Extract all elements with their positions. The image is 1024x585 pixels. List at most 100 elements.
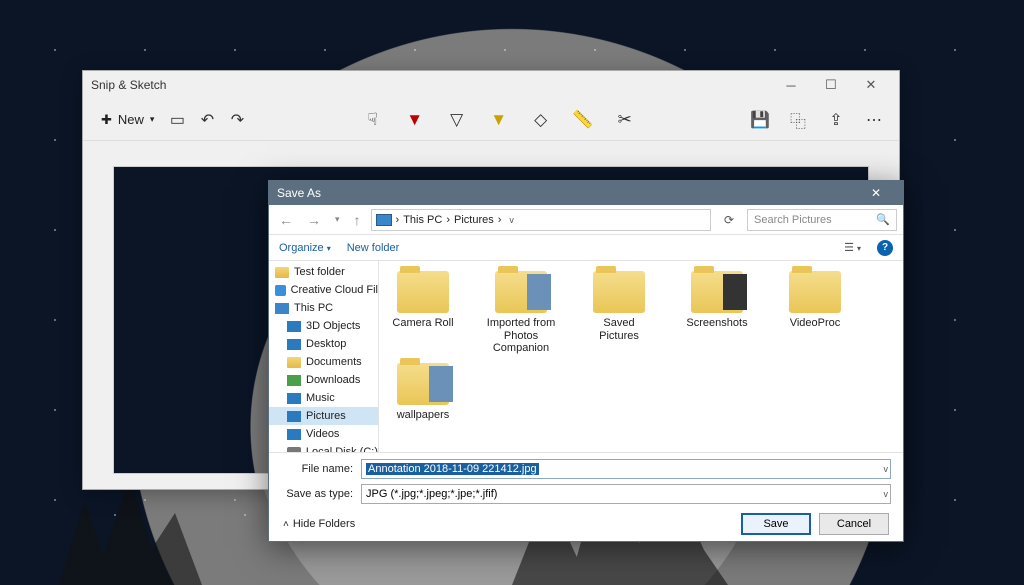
file-item[interactable]: VideoProc	[779, 271, 851, 355]
pc-icon	[275, 303, 289, 314]
nav-back-button[interactable]: ←	[275, 212, 297, 228]
chevron-down-icon[interactable]: v	[884, 489, 889, 499]
file-item-label: wallpapers	[397, 409, 450, 422]
folder-icon	[397, 363, 449, 405]
tree-item-label: 3D Objects	[306, 320, 360, 332]
dialog-close-button[interactable]: ✕	[857, 186, 895, 200]
help-button[interactable]: ?	[877, 240, 893, 256]
search-input[interactable]: Search Pictures 🔍	[747, 209, 897, 231]
save-button[interactable]: 💾	[745, 105, 775, 135]
music-icon	[287, 393, 301, 404]
cancel-button[interactable]: Cancel	[819, 513, 889, 535]
delay-snip-button[interactable]: ▭	[162, 105, 192, 135]
tree-item-label: Pictures	[306, 410, 346, 422]
tree-item[interactable]: Music	[269, 389, 378, 407]
file-name-value: Annotation 2018-11-09 221412.jpg	[366, 463, 539, 475]
crop-button[interactable]: ✂	[610, 105, 640, 135]
copy-button[interactable]: ⿻	[783, 105, 813, 135]
snip-titlebar[interactable]: Snip & Sketch ─ ☐ ✕	[83, 71, 899, 99]
tree-item-label: Downloads	[306, 374, 360, 386]
file-item[interactable]: Camera Roll	[387, 271, 459, 355]
tree-item[interactable]: 3D Objects	[269, 317, 378, 335]
breadcrumb-item[interactable]: Pictures	[454, 214, 494, 226]
dialog-title: Save As	[277, 186, 321, 200]
file-item[interactable]: wallpapers	[387, 363, 459, 422]
share-button[interactable]: ⇪	[821, 105, 851, 135]
nav-tree[interactable]: Test folder Creative Cloud Fil This PC 3D O…	[269, 261, 379, 452]
hide-folders-button[interactable]: ˄ Hide Folders	[283, 518, 355, 530]
ballpoint-pen-button[interactable]: ▼	[400, 105, 430, 135]
tree-item[interactable]: Downloads	[269, 371, 378, 389]
new-folder-button[interactable]: New folder	[347, 242, 400, 254]
file-item[interactable]: Saved Pictures	[583, 271, 655, 355]
nav-up-button[interactable]: ↑	[350, 212, 365, 228]
redo-button[interactable]: ↷	[222, 105, 252, 135]
tree-item[interactable]: Creative Cloud Fil	[269, 281, 378, 299]
save-as-type-value: JPG (*.jpg;*.jpeg;*.jpe;*.jfif)	[366, 488, 497, 500]
touch-writing-button[interactable]: ☟	[358, 105, 388, 135]
breadcrumb-sep: ›	[396, 214, 400, 226]
cloud-icon	[275, 285, 286, 296]
address-breadcrumb[interactable]: › This PC › Pictures › v	[371, 209, 711, 231]
address-dropdown-icon[interactable]: v	[509, 215, 514, 225]
change-view-button[interactable]: ☰ ▾	[844, 241, 861, 254]
snip-title: Snip & Sketch	[91, 78, 166, 92]
chevron-down-icon[interactable]: v	[884, 464, 889, 474]
ruler-button[interactable]: 📏	[568, 105, 598, 135]
file-item[interactable]: Imported from Photos Companion	[485, 271, 557, 355]
tree-item-label: Music	[306, 392, 335, 404]
eraser-button[interactable]: ◇	[526, 105, 556, 135]
more-button[interactable]: ⋯	[859, 105, 889, 135]
breadcrumb-item[interactable]: This PC	[403, 214, 442, 226]
tree-item[interactable]: Test folder	[269, 263, 378, 281]
save-as-type-label: Save as type:	[281, 488, 353, 500]
organize-menu[interactable]: Organize ▾	[279, 242, 331, 254]
breadcrumb-sep: ›	[446, 214, 450, 226]
window-close-button[interactable]: ✕	[851, 77, 891, 93]
folder-icon	[691, 271, 743, 313]
folder-icon	[495, 271, 547, 313]
file-name-input[interactable]: Annotation 2018-11-09 221412.jpg v	[361, 459, 891, 479]
nav-forward-button[interactable]: →	[303, 212, 325, 228]
window-maximize-button[interactable]: ☐	[811, 77, 851, 93]
plus-icon: ✚	[101, 112, 112, 128]
blue-icon	[287, 429, 301, 440]
folder-icon	[287, 357, 301, 368]
folder-icon	[275, 267, 289, 278]
this-pc-icon	[376, 214, 392, 226]
tree-item-label: Videos	[306, 428, 339, 440]
tree-item[interactable]: Desktop	[269, 335, 378, 353]
save-as-type-select[interactable]: JPG (*.jpg;*.jpeg;*.jpe;*.jfif) v	[361, 484, 891, 504]
new-label: New	[118, 112, 144, 127]
folder-icon	[593, 271, 645, 313]
pencil-button[interactable]: ▽	[442, 105, 472, 135]
new-snip-button[interactable]: ✚ New ▾	[93, 108, 162, 132]
search-placeholder: Search Pictures	[754, 214, 832, 226]
file-item-label: Imported from Photos Companion	[485, 317, 557, 355]
window-minimize-button[interactable]: ─	[771, 78, 811, 93]
tree-item[interactable]: Pictures	[269, 407, 378, 425]
chevron-down-icon: ▾	[327, 244, 331, 253]
highlighter-button[interactable]: ▼	[484, 105, 514, 135]
refresh-button[interactable]: ⟳	[717, 212, 741, 228]
file-grid[interactable]: Camera Roll Imported from Photos Companio…	[379, 261, 903, 452]
save-confirm-button[interactable]: Save	[741, 513, 811, 535]
chevron-down-icon: ˄	[283, 519, 289, 530]
dialog-titlebar[interactable]: Save As ✕	[269, 181, 903, 205]
tree-item[interactable]: Documents	[269, 353, 378, 371]
tree-item[interactable]: Videos	[269, 425, 378, 443]
tree-item[interactable]: Local Disk (C:)	[269, 443, 378, 452]
folder-preview-overlay	[723, 274, 747, 310]
tree-item-label: This PC	[294, 302, 333, 314]
tree-item-label: Creative Cloud Fil	[291, 284, 378, 296]
file-item-label: Screenshots	[686, 317, 747, 330]
folder-icon	[789, 271, 841, 313]
folder-preview-overlay	[527, 274, 551, 310]
folder-icon	[397, 271, 449, 313]
tree-item-label: Desktop	[306, 338, 346, 350]
recent-locations-button[interactable]: ▾	[331, 214, 344, 225]
file-item[interactable]: Screenshots	[681, 271, 753, 355]
undo-button[interactable]: ↶	[192, 105, 222, 135]
tree-item[interactable]: This PC	[269, 299, 378, 317]
dialog-navbar: ← → ▾ ↑ › This PC › Pictures › v ⟳ Searc…	[269, 205, 903, 235]
